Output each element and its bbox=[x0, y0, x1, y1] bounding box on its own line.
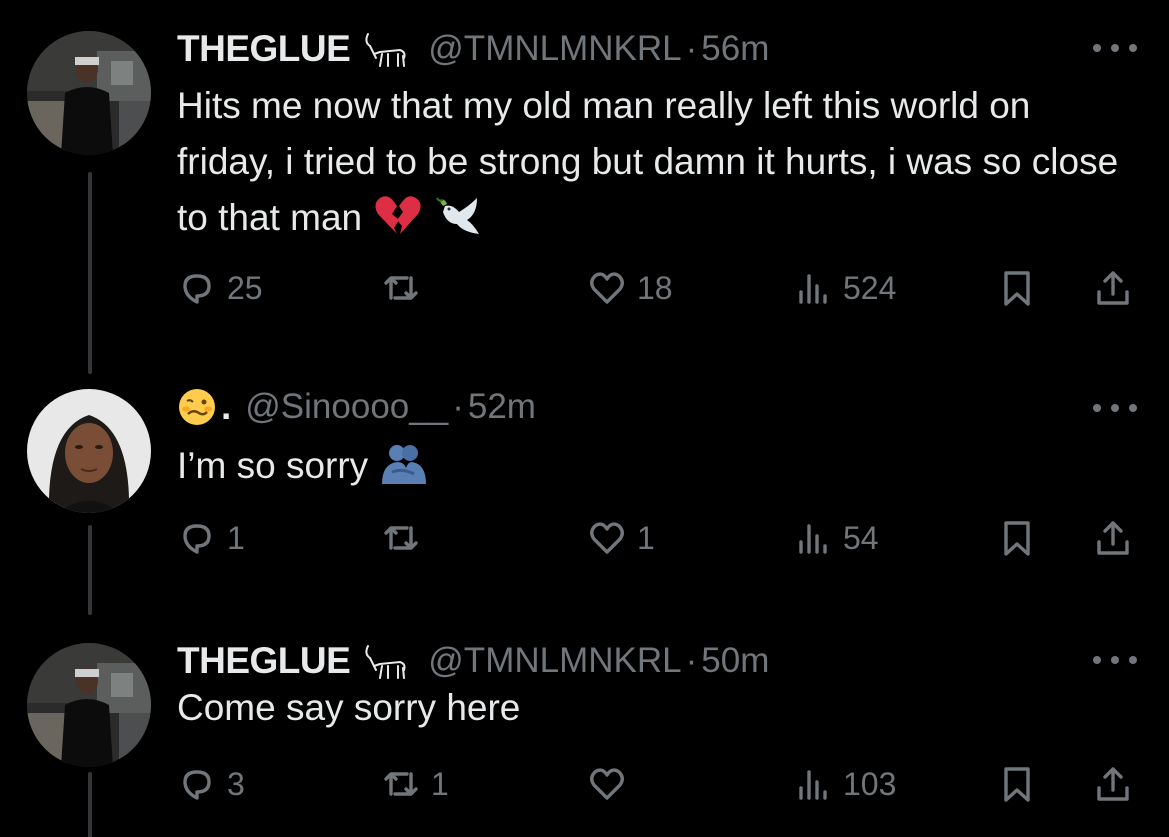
goat-emoji-icon bbox=[360, 640, 412, 682]
share-icon bbox=[1097, 271, 1129, 305]
tweet-text: Come say sorry here bbox=[177, 680, 1137, 736]
reply-button[interactable]: 3 bbox=[177, 762, 245, 806]
thread-connector-line bbox=[88, 172, 92, 374]
tweet-actions: 1 1 54 bbox=[177, 516, 1137, 560]
display-name[interactable]: . bbox=[221, 386, 231, 428]
heart-icon bbox=[590, 768, 624, 800]
tweet-text-body: Hits me now that my old man really left … bbox=[177, 85, 1119, 238]
views-button[interactable]: 54 bbox=[793, 516, 879, 560]
tweet[interactable]: THEGLUE @TMNLMNKRL · 50m Come say sorry … bbox=[0, 612, 1169, 837]
share-icon bbox=[1097, 767, 1129, 801]
thread-connector-line bbox=[88, 772, 92, 837]
people-hugging-emoji-icon bbox=[378, 442, 428, 486]
share-button[interactable] bbox=[1093, 516, 1133, 560]
display-name[interactable]: THEGLUE bbox=[177, 640, 351, 682]
tweet-header: . @Sinoooo__ · 52m bbox=[177, 386, 536, 428]
repost-button[interactable] bbox=[381, 266, 431, 310]
username-handle[interactable]: @Sinoooo__ bbox=[245, 387, 448, 427]
user-photo-icon bbox=[27, 389, 151, 513]
tweet-actions: 3 1 103 bbox=[177, 762, 1137, 806]
repost-count: 1 bbox=[431, 765, 449, 802]
thread-connector-line bbox=[88, 525, 92, 615]
user-photo-icon bbox=[27, 643, 151, 767]
bookmark-icon bbox=[1004, 767, 1030, 802]
reply-count: 3 bbox=[227, 765, 245, 802]
reply-icon bbox=[183, 274, 211, 304]
like-button[interactable]: 18 bbox=[587, 266, 673, 310]
more-options-icon[interactable] bbox=[1093, 42, 1137, 54]
repost-icon bbox=[384, 276, 418, 300]
reply-thread: THEGLUE @TMNLMNKRL · 56m Hits me now tha… bbox=[0, 0, 1169, 837]
repost-icon bbox=[384, 772, 418, 796]
tweet-actions: 25 18 524 bbox=[177, 266, 1137, 310]
tweet-text: Hits me now that my old man really left … bbox=[177, 78, 1137, 246]
repost-icon bbox=[384, 526, 418, 550]
share-button[interactable] bbox=[1093, 266, 1133, 310]
view-count: 54 bbox=[843, 519, 879, 556]
bookmark-icon bbox=[1004, 271, 1030, 306]
views-button[interactable]: 524 bbox=[793, 266, 896, 310]
display-name[interactable]: THEGLUE bbox=[177, 28, 351, 70]
user-photo-icon bbox=[27, 31, 151, 155]
views-icon bbox=[799, 770, 827, 800]
broken-heart-emoji-icon bbox=[372, 194, 422, 238]
username-handle[interactable]: @TMNLMNKRL bbox=[428, 29, 681, 69]
more-options-icon[interactable] bbox=[1093, 402, 1137, 414]
like-button[interactable] bbox=[587, 762, 637, 806]
separator-dot: · bbox=[685, 29, 698, 68]
tweet-text-body: Come say sorry here bbox=[177, 687, 521, 728]
like-button[interactable]: 1 bbox=[587, 516, 655, 560]
share-button[interactable] bbox=[1093, 762, 1133, 806]
avatar[interactable] bbox=[27, 31, 151, 155]
like-count: 1 bbox=[637, 519, 655, 556]
dove-emoji-icon bbox=[433, 194, 483, 238]
share-icon bbox=[1097, 521, 1129, 555]
tweet-text: I’m so sorry bbox=[177, 438, 1137, 494]
avatar[interactable] bbox=[27, 643, 151, 767]
separator-dot: · bbox=[685, 641, 698, 680]
goat-emoji-icon bbox=[360, 28, 412, 70]
tweet[interactable]: THEGLUE @TMNLMNKRL · 56m Hits me now tha… bbox=[0, 0, 1169, 374]
like-count: 18 bbox=[637, 269, 673, 306]
avatar[interactable] bbox=[27, 389, 151, 513]
reply-button[interactable]: 25 bbox=[177, 266, 263, 310]
username-handle[interactable]: @TMNLMNKRL bbox=[428, 641, 681, 681]
bookmark-button[interactable] bbox=[997, 762, 1037, 806]
separator-dot: · bbox=[452, 387, 464, 426]
repost-button[interactable]: 1 bbox=[381, 762, 449, 806]
view-count: 103 bbox=[843, 765, 897, 802]
bookmark-icon bbox=[1004, 521, 1030, 556]
repost-button[interactable] bbox=[381, 516, 431, 560]
woozy-face-emoji-icon bbox=[177, 387, 217, 427]
views-button[interactable]: 103 bbox=[793, 762, 896, 806]
tweet[interactable]: . @Sinoooo__ · 52m I’m so sorry 1 1 54 bbox=[0, 370, 1169, 615]
reply-icon bbox=[183, 524, 211, 554]
bookmark-button[interactable] bbox=[997, 266, 1037, 310]
heart-icon bbox=[590, 272, 624, 304]
more-options-icon[interactable] bbox=[1093, 654, 1137, 666]
tweet-text-body: I’m so sorry bbox=[177, 445, 369, 486]
view-count: 524 bbox=[843, 269, 897, 306]
heart-icon bbox=[590, 522, 624, 554]
reply-icon bbox=[183, 770, 211, 800]
timestamp[interactable]: 52m bbox=[468, 387, 536, 427]
bookmark-button[interactable] bbox=[997, 516, 1037, 560]
tweet-header: THEGLUE @TMNLMNKRL · 56m bbox=[177, 28, 769, 70]
reply-count: 1 bbox=[227, 519, 245, 556]
views-icon bbox=[799, 524, 827, 554]
tweet-header: THEGLUE @TMNLMNKRL · 50m bbox=[177, 640, 769, 682]
reply-count: 25 bbox=[227, 269, 263, 306]
timestamp[interactable]: 50m bbox=[701, 641, 769, 681]
reply-button[interactable]: 1 bbox=[177, 516, 245, 560]
views-icon bbox=[799, 274, 827, 304]
timestamp[interactable]: 56m bbox=[701, 29, 769, 69]
